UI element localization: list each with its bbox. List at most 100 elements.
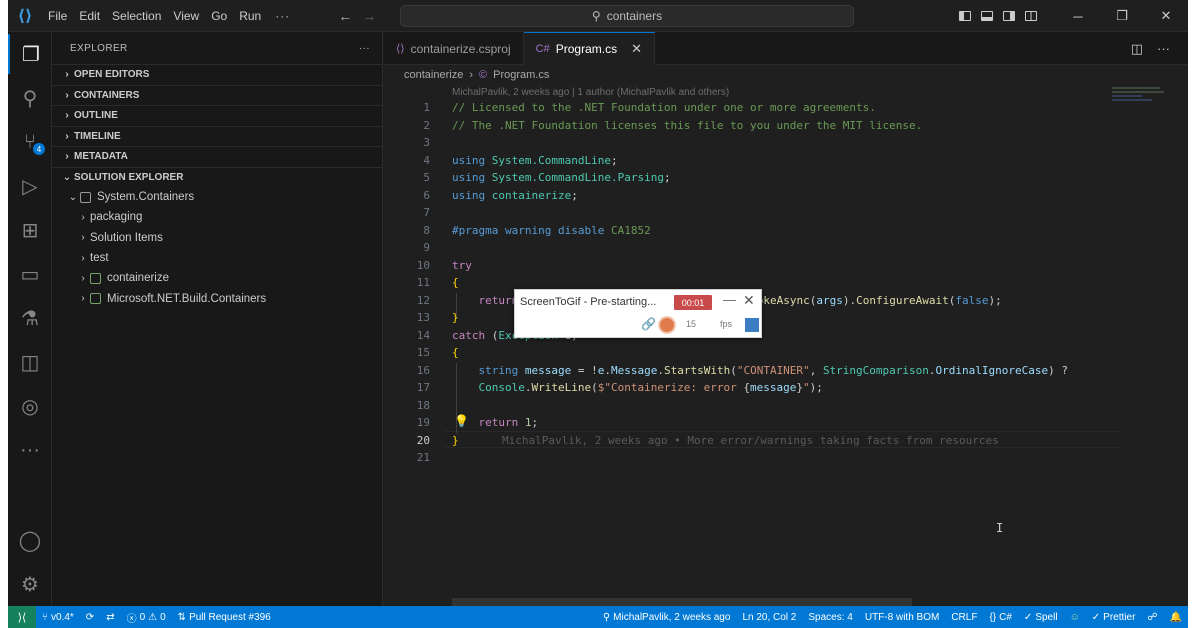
remote-explorer-icon[interactable]: ▭ — [8, 254, 52, 294]
sidebar-more-button[interactable]: ··· — [359, 43, 370, 54]
menu-file[interactable]: File — [42, 0, 73, 32]
line-number: 1 — [423, 101, 430, 114]
more-actions-icon[interactable]: ··· — [1157, 41, 1170, 57]
line-number: 9 — [423, 241, 430, 254]
section-open-editors[interactable]: › OPEN EDITORS — [52, 64, 382, 85]
tree-item-build-containers[interactable]: › Microsoft.NET.Build.Containers — [52, 288, 382, 308]
menu-more-button[interactable]: ··· — [267, 0, 298, 32]
timeline-icon[interactable]: ◎ — [8, 386, 52, 426]
code-line-5: using System.CommandLine.Parsing; — [452, 171, 671, 184]
git-branch-icon: ⑂ — [42, 611, 48, 623]
activity-bar: ❐ ⚲ ⑂ 4 ▷ ⊞ ▭ ⚗ ◫ ◎ ··· ◯ ⚙ — [8, 32, 52, 606]
minimap[interactable] — [1112, 85, 1174, 111]
branch-indicator[interactable]: ⑂ v0.4* — [36, 612, 80, 623]
line-number: 4 — [423, 153, 430, 167]
testing-icon[interactable]: ⚗ — [8, 298, 52, 338]
close-recorder-icon[interactable]: ✕ — [743, 292, 755, 309]
forward-arrow-icon[interactable]: → — [362, 8, 376, 24]
menu-view[interactable]: View — [167, 0, 205, 32]
pull-request-indicator[interactable]: ⇅ Pull Request #396 — [172, 612, 277, 623]
tree-item-containerize[interactable]: › containerize — [52, 268, 382, 288]
source-control-icon[interactable]: ⑂ 4 — [8, 122, 52, 162]
menu-run[interactable]: Run — [233, 0, 267, 32]
indentation[interactable]: Spaces: 4 — [802, 612, 858, 623]
breadcrumb-folder[interactable]: containerize — [404, 69, 463, 81]
toggle-secondary-sidebar-icon[interactable] — [998, 0, 1020, 32]
cursor-position[interactable]: Ln 20, Col 2 — [736, 612, 802, 623]
spell-check-indicator[interactable]: ✓ Spell — [1018, 612, 1064, 623]
status-bar: ⟩⟨ ⑂ v0.4* ⟳ ⇄ ⓧ 0 ⚠ 0 ⇅ Pull Request #3… — [8, 606, 1188, 628]
search-icon[interactable]: ⚲ — [8, 78, 52, 118]
toggle-primary-sidebar-icon[interactable] — [954, 0, 976, 32]
tree-item-system-containers[interactable]: ⌄ System.Containers — [52, 187, 382, 207]
git-blame-indicator[interactable]: ⚲ MichalPavlik, 2 weeks ago — [597, 612, 737, 623]
stop-button[interactable] — [745, 318, 759, 332]
tab-containerize-csproj[interactable]: ⟨⟩ containerize.csproj — [384, 32, 524, 65]
section-label: METADATA — [74, 151, 128, 163]
section-label: SOLUTION EXPLORER — [74, 171, 184, 183]
bell-icon: 🔔 — [1169, 611, 1182, 623]
chevron-right-icon: › — [65, 130, 69, 142]
sync-button[interactable]: ⟳ — [80, 612, 100, 623]
command-center[interactable]: ⚲ containers — [400, 5, 854, 27]
command-center-text: containers — [606, 9, 663, 23]
file-encoding[interactable]: UTF-8 with BOM — [859, 612, 945, 623]
containers-icon[interactable]: ◫ — [8, 342, 52, 382]
accounts-icon[interactable]: ◯ — [8, 520, 52, 560]
fps-value[interactable]: 15 — [686, 319, 696, 329]
run-debug-icon[interactable]: ▷ — [8, 166, 52, 206]
tree-item-packaging[interactable]: › packaging — [52, 207, 382, 227]
lightbulb-icon[interactable]: 💡 — [454, 414, 469, 428]
chevron-right-icon: › — [65, 110, 69, 122]
horizontal-scrollbar[interactable] — [452, 598, 912, 606]
live-share-button[interactable]: ⇄ — [100, 612, 120, 623]
codelens-blame[interactable]: MichalPavlik, 2 weeks ago | 1 author (Mi… — [452, 87, 729, 98]
record-button[interactable] — [658, 316, 676, 334]
code-editor[interactable]: MichalPavlik, 2 weeks ago | 1 author (Mi… — [384, 85, 1188, 606]
end-of-line[interactable]: CRLF — [945, 612, 983, 623]
double-check-icon: ✓ — [1091, 611, 1101, 623]
tree-item-solution-items[interactable]: › Solution Items — [52, 228, 382, 248]
section-solution-explorer[interactable]: ⌄ SOLUTION EXPLORER — [52, 166, 382, 188]
menu-edit[interactable]: Edit — [73, 0, 106, 32]
tab-program-cs[interactable]: C# Program.cs ✕ — [523, 32, 655, 65]
restore-button[interactable]: ❐ — [1100, 0, 1144, 32]
notifications-button[interactable]: 🔔 — [1164, 612, 1188, 623]
tree-item-test[interactable]: › test — [52, 248, 382, 268]
split-editor-icon[interactable]: ◫ — [1131, 41, 1143, 57]
toggle-panel-icon[interactable] — [976, 0, 998, 32]
line-number: 10 — [416, 258, 430, 272]
language-mode[interactable]: {} C# — [983, 612, 1017, 623]
prettier-indicator[interactable]: ✓ Prettier — [1086, 612, 1142, 623]
menu-selection[interactable]: Selection — [106, 0, 167, 32]
breadcrumb-file[interactable]: Program.cs — [493, 69, 549, 81]
minimize-button[interactable]: ─ — [1056, 0, 1100, 32]
section-timeline[interactable]: › TIMELINE — [52, 125, 382, 147]
extensions-icon[interactable]: ⊞ — [8, 210, 52, 250]
minimize-recorder-icon[interactable]: — — [723, 292, 736, 307]
problems-indicator[interactable]: ⓧ 0 ⚠ 0 — [121, 610, 172, 625]
customize-layout-icon[interactable] — [1020, 0, 1042, 32]
accounts-feedback-button[interactable]: ☍ — [1141, 612, 1163, 623]
remote-indicator-icon[interactable]: ⟩⟨ — [8, 606, 36, 628]
more-icon[interactable]: ··· — [8, 430, 52, 470]
close-tab-icon[interactable]: ✕ — [631, 41, 642, 57]
section-containers[interactable]: › CONTAINERS — [52, 84, 382, 106]
pull-request-label: Pull Request #396 — [189, 611, 271, 623]
tree-item-label: packaging — [90, 211, 143, 224]
section-metadata[interactable]: › METADATA — [52, 146, 382, 167]
line-number: 13 — [416, 311, 430, 324]
menu-go[interactable]: Go — [205, 0, 233, 32]
close-window-button[interactable]: ✕ — [1144, 0, 1188, 32]
recorder-title: ScreenToGif - Pre-starting... — [520, 296, 657, 308]
title-bar-controls: ─ ❐ ✕ — [954, 0, 1188, 32]
inline-blame[interactable]: MichalPavlik, 2 weeks ago • More error/w… — [502, 434, 999, 447]
link-icon[interactable]: 🔗 — [641, 317, 656, 331]
section-label: OPEN EDITORS — [74, 69, 150, 81]
settings-icon[interactable]: ⚙ — [8, 564, 52, 604]
explorer-icon[interactable]: ❐ — [8, 34, 52, 74]
back-arrow-icon[interactable]: ← — [338, 8, 352, 24]
section-outline[interactable]: › OUTLINE — [52, 105, 382, 126]
chevron-right-icon: › — [65, 151, 69, 163]
copilot-indicator[interactable]: ☺ — [1064, 612, 1086, 623]
